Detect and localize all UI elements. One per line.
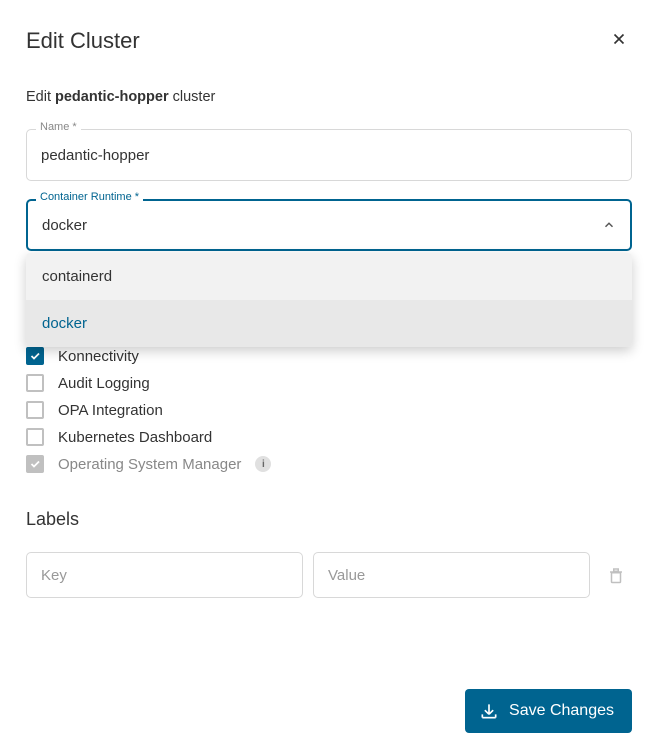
dialog-footer: Save Changes: [26, 689, 632, 733]
info-icon[interactable]: i: [255, 456, 271, 472]
runtime-field: Container Runtime * docker containerd do…: [26, 199, 632, 251]
konnectivity-checkbox[interactable]: [26, 347, 44, 365]
label-key-input[interactable]: [26, 552, 303, 598]
konnectivity-label: Konnectivity: [58, 348, 139, 365]
checkbox-row-dashboard: Kubernetes Dashboard: [26, 425, 632, 449]
label-value-input[interactable]: [313, 552, 590, 598]
checkbox-row-audit-logging: Audit Logging: [26, 371, 632, 395]
check-icon: [29, 458, 41, 470]
save-button[interactable]: Save Changes: [465, 689, 632, 733]
dialog-title: Edit Cluster: [26, 28, 140, 54]
name-field: Name *: [26, 129, 632, 181]
save-label: Save Changes: [509, 702, 614, 720]
trash-icon: [607, 566, 625, 584]
delete-label-button[interactable]: [600, 553, 632, 597]
audit-logging-checkbox[interactable]: [26, 374, 44, 392]
opa-checkbox[interactable]: [26, 401, 44, 419]
osm-checkbox: [26, 455, 44, 473]
chevron-up-icon: [602, 218, 616, 232]
checkbox-row-opa: OPA Integration: [26, 398, 632, 422]
labels-title: Labels: [26, 509, 632, 530]
audit-logging-label: Audit Logging: [58, 375, 150, 392]
runtime-label: Container Runtime *: [36, 191, 143, 203]
osm-label: Operating System Manager: [58, 456, 241, 473]
check-icon: [29, 350, 41, 362]
close-icon: [610, 30, 628, 48]
labels-row: [26, 552, 632, 598]
opa-label: OPA Integration: [58, 402, 163, 419]
dashboard-checkbox[interactable]: [26, 428, 44, 446]
runtime-option-docker[interactable]: docker: [26, 300, 632, 347]
feature-checkboxes: Konnectivity Audit Logging OPA Integrati…: [26, 344, 632, 479]
runtime-value: docker: [42, 217, 87, 234]
save-icon: [479, 701, 499, 721]
checkbox-row-osm: Operating System Manager i: [26, 452, 632, 476]
dialog-header: Edit Cluster: [26, 26, 632, 55]
close-button[interactable]: [606, 26, 632, 55]
name-input[interactable]: [26, 129, 632, 181]
runtime-select[interactable]: docker: [26, 199, 632, 251]
checkbox-row-konnectivity: Konnectivity: [26, 344, 632, 368]
edit-cluster-dialog: Edit Cluster Edit pedantic-hopper cluste…: [0, 0, 658, 751]
dashboard-label: Kubernetes Dashboard: [58, 429, 212, 446]
name-label: Name *: [36, 121, 81, 133]
runtime-dropdown: containerd docker: [26, 253, 632, 347]
dialog-subtitle: Edit pedantic-hopper cluster: [26, 89, 632, 105]
runtime-option-containerd[interactable]: containerd: [26, 253, 632, 300]
cluster-name: pedantic-hopper: [55, 89, 169, 105]
